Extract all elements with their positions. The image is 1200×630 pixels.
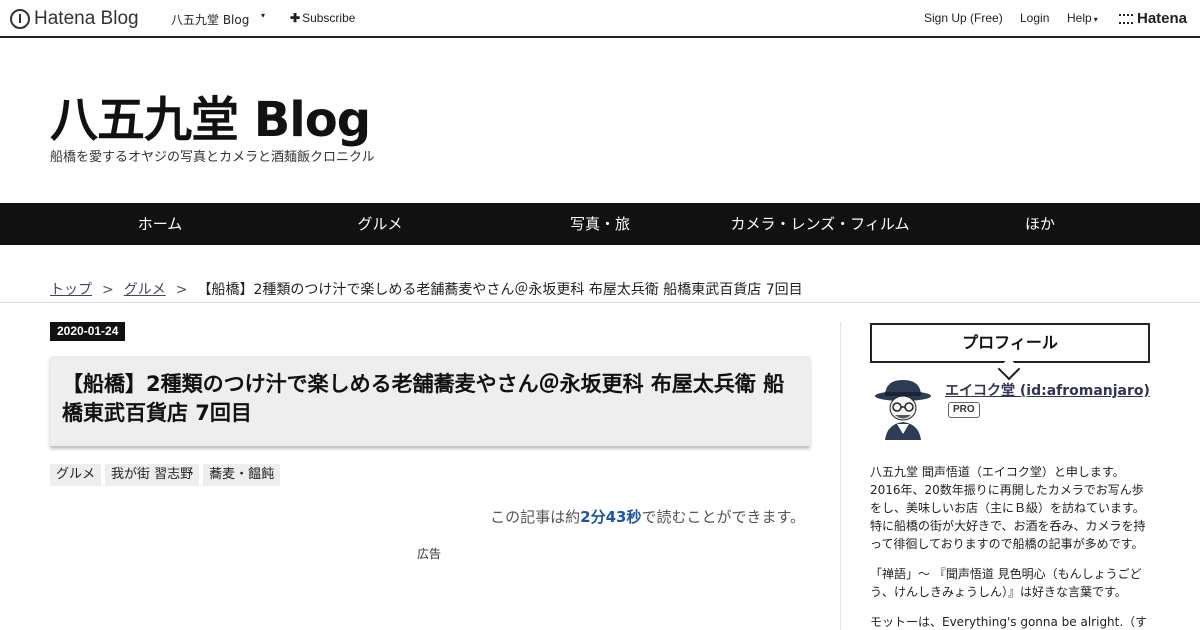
nav-item-other[interactable]: ほか <box>940 203 1140 245</box>
hatena-logo-text: Hatena <box>1137 10 1188 27</box>
speech-tail <box>997 357 1021 381</box>
nav-item-home[interactable]: ホーム <box>60 203 260 245</box>
blog-description: 船橋を愛するオヤジの写真とカメラと酒麺飯クロニクル <box>50 150 375 165</box>
nav-item-gourmet[interactable]: グルメ <box>280 203 480 245</box>
chevron-down-icon[interactable]: ▾ <box>261 11 265 20</box>
reading-time: この記事は約2分43秒で読むことができます。 <box>490 506 805 527</box>
breadcrumb-top[interactable]: トップ <box>50 282 92 298</box>
help-menu[interactable]: Help ▾ <box>1067 11 1098 25</box>
readtime-suffix: で読むことができます。 <box>641 508 805 526</box>
pro-badge[interactable]: PRO <box>948 402 980 418</box>
ad-label: 広告 <box>417 547 442 561</box>
blog-selector[interactable]: 八五九堂 Blog <box>171 11 249 28</box>
profile-heading-label: プロフィール <box>962 333 1058 352</box>
hatena-blog-icon <box>10 9 30 29</box>
breadcrumb-category[interactable]: グルメ <box>124 282 166 298</box>
profile-bio: 八五九堂 聞声悟道（エイコク堂）と申します。2016年、20数年振りに再開したカ… <box>870 465 1146 551</box>
readtime-prefix: この記事は約 <box>490 508 581 526</box>
blog-title[interactable]: 八五九堂 Blog <box>50 80 371 150</box>
profile-name-link[interactable]: エイコク堂 (id:afromanjaro) <box>945 380 1150 400</box>
hatena-global-header: Hatena Blog 八五九堂 Blog ▾ ✚ Subscribe Sign … <box>0 0 1200 38</box>
nav-item-photo-travel[interactable]: 写真・旅 <box>500 203 700 245</box>
signup-link[interactable]: Sign Up (Free) <box>924 11 1003 25</box>
column-divider <box>840 322 841 630</box>
entry-title[interactable]: 【船橋】2種類のつけ汁で楽しめる老舗蕎麦やさん＠永坂更科 布屋太兵衛 船橋東武百… <box>62 370 798 428</box>
profile-bio: モットーは、Everything's gonna be alright.（すべ <box>870 615 1148 629</box>
subscribe-label: Subscribe <box>302 11 356 25</box>
profile-heading: プロフィール <box>870 323 1150 381</box>
breadcrumb-separator: > <box>102 282 114 298</box>
hatena-logo[interactable]: Hatena <box>1119 10 1187 27</box>
login-link[interactable]: Login <box>1020 11 1049 25</box>
subscribe-button[interactable]: ✚ Subscribe <box>290 11 355 25</box>
divider <box>0 302 1200 303</box>
nav-item-camera-lens-film[interactable]: カメラ・レンズ・フィルム <box>700 203 940 245</box>
category-tag[interactable]: グルメ <box>50 464 102 486</box>
hatena-mark-icon <box>1119 13 1133 24</box>
global-navigation: ホーム グルメ 写真・旅 カメラ・レンズ・フィルム ほか <box>0 203 1200 245</box>
avatar[interactable] <box>873 378 933 440</box>
category-tag[interactable]: 我が街 習志野 <box>105 464 200 486</box>
hatena-blog-logo[interactable]: Hatena Blog <box>10 8 139 30</box>
entry-categories: グルメ 我が街 習志野 蕎麦・饂飩 <box>50 464 281 486</box>
help-caret-icon: ▾ <box>1093 15 1098 24</box>
plus-icon: ✚ <box>290 11 301 25</box>
breadcrumb-separator: > <box>175 282 188 298</box>
entry-date[interactable]: 2020-01-24 <box>50 322 126 341</box>
readtime-value: 2分43秒 <box>580 508 642 526</box>
category-tag[interactable]: 蕎麦・饂飩 <box>203 464 281 486</box>
logo-text: Hatena Blog <box>34 8 139 29</box>
breadcrumb-current: 【船橋】2種類のつけ汁で楽しめる老舗蕎麦やさん＠永坂更科 布屋太兵衛 船橋東武百… <box>197 282 803 298</box>
profile-bio: 「禅語」～ 『聞声悟道 見色明心（もんしょうごどう、けんしきみょうしん）』は好き… <box>870 567 1142 599</box>
breadcrumb: トップ > グルメ > 【船橋】2種類のつけ汁で楽しめる老舗蕎麦やさん＠永坂更科 布屋太… <box>50 279 803 299</box>
help-label: Help <box>1067 11 1092 25</box>
entry-title-box: 【船橋】2種類のつけ汁で楽しめる老舗蕎麦やさん＠永坂更科 布屋太兵衛 船橋東武百… <box>50 356 810 446</box>
